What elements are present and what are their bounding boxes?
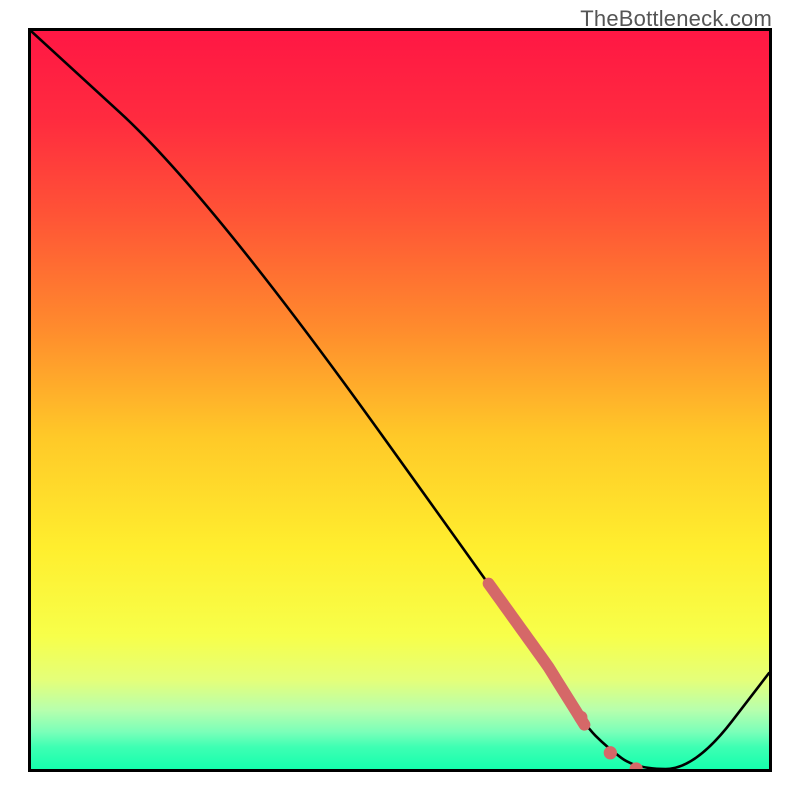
marker-group xyxy=(489,584,643,769)
plot-area xyxy=(28,28,772,772)
bottleneck-curve xyxy=(31,31,769,769)
curve-layer xyxy=(31,31,769,769)
bottleneck-chart: TheBottleneck.com xyxy=(0,0,800,800)
marker-dot xyxy=(604,746,617,759)
marker-segment xyxy=(489,584,585,725)
marker-dot xyxy=(574,711,587,724)
